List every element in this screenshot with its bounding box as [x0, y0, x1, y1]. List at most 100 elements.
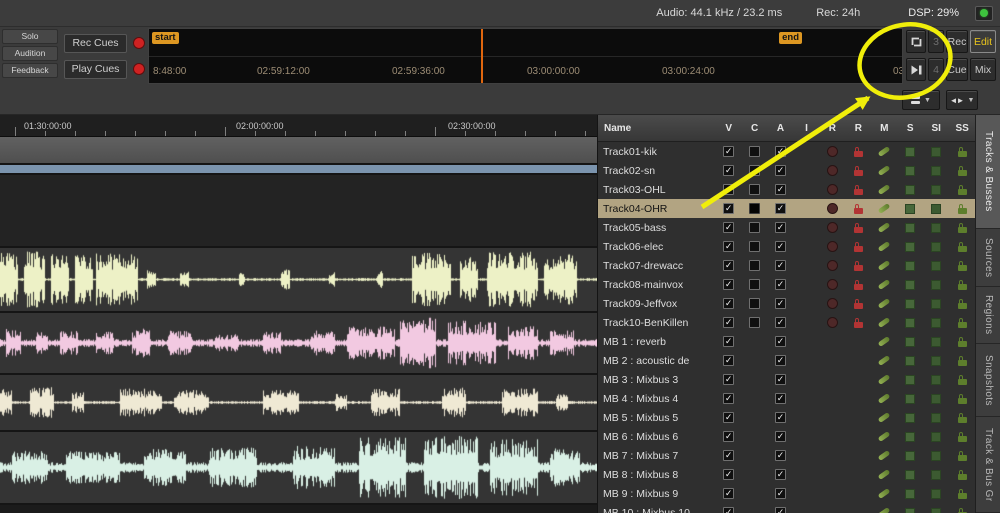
bus-list-row[interactable]: MB 5 : Mixbus 5 ✓ ✓: [598, 408, 975, 427]
cue-page-button[interactable]: Cue: [946, 58, 968, 81]
mute-button-icon[interactable]: [877, 488, 891, 499]
mute-button-icon[interactable]: [877, 355, 891, 366]
mute-button-icon[interactable]: [877, 222, 891, 233]
mute-button-icon[interactable]: [877, 184, 891, 195]
track-list-row[interactable]: Track07-drewacc ✓ ✓: [598, 256, 975, 275]
mute-button-icon[interactable]: [877, 412, 891, 423]
end-marker[interactable]: end: [779, 32, 802, 44]
c-checkbox[interactable]: [749, 241, 761, 252]
active-checkbox[interactable]: ✓: [775, 184, 787, 195]
bus-list-row[interactable]: MB 7 : Mixbus 7 ✓ ✓: [598, 446, 975, 465]
mute-button-icon[interactable]: [877, 393, 891, 404]
visible-checkbox[interactable]: ✓: [723, 393, 735, 404]
visible-checkbox[interactable]: ✓: [723, 336, 735, 347]
bus-list-row[interactable]: MB 10 : Mixbus 10 ✓ ✓: [598, 503, 975, 513]
mute-button-icon[interactable]: [877, 374, 891, 385]
edit-page-button[interactable]: Edit: [970, 30, 996, 53]
visible-checkbox[interactable]: ✓: [723, 450, 735, 461]
track-list-row[interactable]: Track08-mainvox ✓ ✓: [598, 275, 975, 294]
bus-list-row[interactable]: MB 1 : reverb ✓ ✓: [598, 332, 975, 351]
editor-canvas[interactable]: 01:30:00:00 02:00:00:00 02:30:00:00: [0, 115, 597, 513]
mute-button-icon[interactable]: [877, 469, 891, 480]
track-list-row[interactable]: Track05-bass ✓ ✓: [598, 218, 975, 237]
rec-enable-icon[interactable]: [826, 241, 838, 252]
mute-button-icon[interactable]: [877, 431, 891, 442]
rec-safe-lock-icon[interactable]: [853, 184, 863, 195]
rec-safe-lock-icon[interactable]: [853, 146, 863, 157]
active-checkbox[interactable]: ✓: [775, 222, 787, 233]
solo-safe-lock-icon[interactable]: [957, 165, 967, 176]
solo-button-icon[interactable]: [905, 488, 916, 499]
c-checkbox[interactable]: [749, 317, 761, 328]
solo-isolate-icon[interactable]: [931, 336, 942, 347]
solo-safe-lock-icon[interactable]: [957, 241, 967, 252]
visible-checkbox[interactable]: ✓: [723, 241, 735, 252]
rec-page-button[interactable]: Rec: [946, 30, 968, 53]
active-checkbox[interactable]: ✓: [775, 336, 787, 347]
c-checkbox[interactable]: [749, 146, 761, 157]
rec-safe-lock-icon[interactable]: [853, 203, 863, 214]
solo-isolate-icon[interactable]: [931, 165, 942, 176]
waveform-region-4[interactable]: [0, 432, 597, 505]
solo-button-icon[interactable]: [905, 222, 916, 233]
playhead[interactable]: [481, 29, 483, 83]
solo-safe-lock-icon[interactable]: [957, 203, 967, 214]
monitor-feedback-button[interactable]: Feedback: [2, 63, 58, 78]
rec-safe-lock-icon[interactable]: [853, 260, 863, 271]
c-checkbox[interactable]: [749, 298, 761, 309]
track-list-row[interactable]: Track10-BenKillen ✓ ✓: [598, 313, 975, 332]
layer-mode-dropdown[interactable]: ▼: [902, 90, 940, 110]
solo-button-icon[interactable]: [905, 450, 916, 461]
c-checkbox[interactable]: [749, 260, 761, 271]
track-list-row[interactable]: Track03-OHL ✓ ✓: [598, 180, 975, 199]
tab-track-bus-gr[interactable]: Track & Bus Gr: [976, 417, 1000, 513]
solo-isolate-icon[interactable]: [931, 355, 942, 366]
active-checkbox[interactable]: ✓: [775, 146, 787, 157]
visible-checkbox[interactable]: ✓: [723, 488, 735, 499]
solo-isolate-icon[interactable]: [931, 317, 942, 328]
mute-button-icon[interactable]: [877, 298, 891, 309]
mute-button-icon[interactable]: [877, 165, 891, 176]
empty-track-lane[interactable]: [0, 175, 597, 248]
solo-safe-lock-icon[interactable]: [957, 317, 967, 328]
selected-track-strip[interactable]: [0, 165, 597, 175]
punch-range-icon-button[interactable]: [906, 30, 926, 53]
c-checkbox[interactable]: [749, 165, 761, 176]
track-list-row[interactable]: Track06-elec ✓ ✓: [598, 237, 975, 256]
solo-button-icon[interactable]: [905, 393, 916, 404]
solo-isolate-icon[interactable]: [931, 241, 942, 252]
solo-safe-lock-icon[interactable]: [957, 298, 967, 309]
active-checkbox[interactable]: ✓: [775, 298, 787, 309]
track-list-row[interactable]: Track09-Jeffvox ✓ ✓: [598, 294, 975, 313]
solo-isolate-icon[interactable]: [931, 431, 942, 442]
tab-snapshots[interactable]: Snapshots: [976, 344, 1000, 417]
start-marker[interactable]: start: [152, 32, 179, 44]
c-checkbox[interactable]: [749, 222, 761, 233]
solo-isolate-icon[interactable]: [931, 469, 942, 480]
solo-safe-lock-icon[interactable]: [957, 374, 967, 385]
visible-checkbox[interactable]: ✓: [723, 203, 735, 214]
solo-isolate-icon[interactable]: [931, 279, 942, 290]
monitor-solo-button[interactable]: Solo: [2, 29, 58, 44]
solo-isolate-icon[interactable]: [931, 488, 942, 499]
bus-list-row[interactable]: MB 6 : Mixbus 6 ✓ ✓: [598, 427, 975, 446]
solo-safe-lock-icon[interactable]: [957, 222, 967, 233]
tab-tracks-busses[interactable]: Tracks & Busses: [976, 115, 1000, 229]
rec-safe-lock-icon[interactable]: [853, 241, 863, 252]
mute-button-icon[interactable]: [877, 146, 891, 157]
visible-checkbox[interactable]: ✓: [723, 146, 735, 157]
active-checkbox[interactable]: ✓: [775, 317, 787, 328]
solo-safe-lock-icon[interactable]: [957, 336, 967, 347]
solo-button-icon[interactable]: [905, 165, 916, 176]
solo-button-icon[interactable]: [905, 374, 916, 385]
solo-button-icon[interactable]: [905, 431, 916, 442]
active-checkbox[interactable]: ✓: [775, 203, 787, 214]
edit-point-dropdown[interactable]: ◄► ▼: [946, 90, 978, 110]
visible-checkbox[interactable]: ✓: [723, 431, 735, 442]
rec-safe-lock-icon[interactable]: [853, 298, 863, 309]
active-checkbox[interactable]: ✓: [775, 241, 787, 252]
active-checkbox[interactable]: ✓: [775, 469, 787, 480]
rec-enable-icon[interactable]: [826, 260, 838, 271]
solo-isolate-icon[interactable]: [931, 412, 942, 423]
c-checkbox[interactable]: [749, 203, 761, 214]
